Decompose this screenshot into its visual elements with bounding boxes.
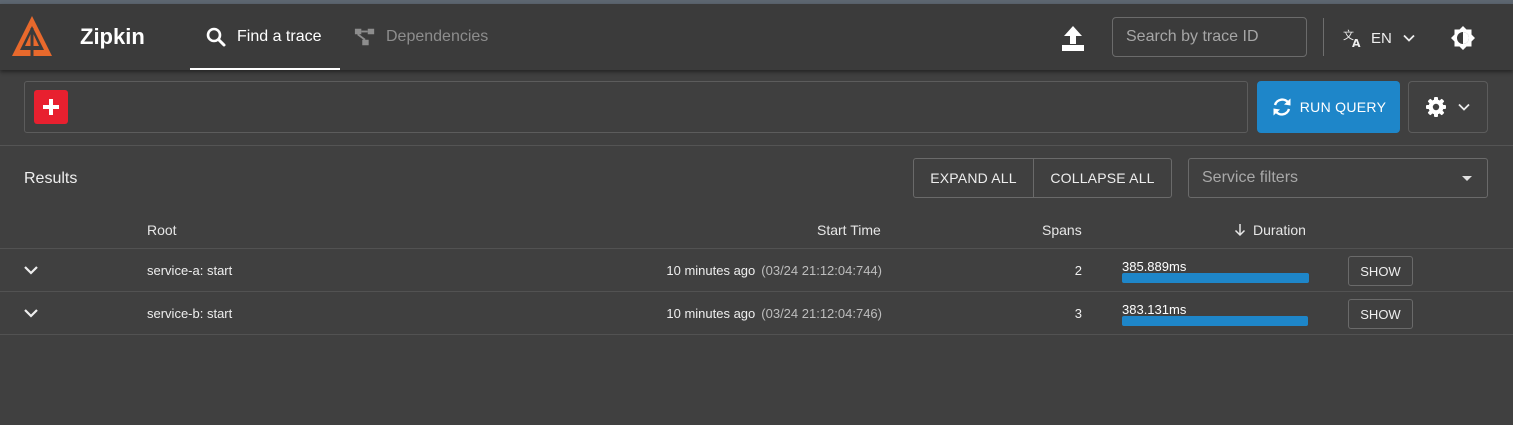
trace-row[interactable]: service-b: start 10 minutes ago (03/24 21… bbox=[0, 291, 1513, 335]
show-trace-button[interactable]: SHOW bbox=[1348, 256, 1413, 286]
service-filters-placeholder: Service filters bbox=[1202, 169, 1299, 186]
app-bar: Zipkin Find a trace Dependencies Search … bbox=[0, 4, 1513, 70]
trace-duration: 383.131ms bbox=[1122, 302, 1187, 317]
collapse-all-button[interactable]: COLLAPSE ALL bbox=[1034, 159, 1171, 197]
trace-start-time: 10 minutes ago (03/24 21:12:04:746) bbox=[666, 306, 882, 321]
brand-name: Zipkin bbox=[80, 24, 145, 49]
add-criteria-button[interactable] bbox=[34, 90, 68, 124]
results-heading: Results bbox=[24, 170, 78, 187]
duration-bar-fill bbox=[1122, 316, 1308, 326]
duration-bar bbox=[1122, 316, 1309, 326]
trace-root: service-a: start bbox=[147, 263, 233, 278]
svg-text:A: A bbox=[1352, 37, 1361, 48]
trace-start-relative: 10 minutes ago bbox=[666, 306, 756, 321]
query-bar[interactable] bbox=[24, 81, 1248, 133]
column-header-root[interactable]: Root bbox=[147, 222, 177, 238]
plus-icon bbox=[43, 99, 59, 115]
expand-collapse-group: EXPAND ALL COLLAPSE ALL bbox=[913, 158, 1172, 198]
zipkin-logo[interactable] bbox=[10, 14, 54, 60]
trace-duration: 385.889ms bbox=[1122, 259, 1187, 274]
expand-row-icon[interactable] bbox=[22, 263, 40, 277]
trace-root: service-b: start bbox=[147, 306, 233, 321]
tab-dependencies[interactable]: Dependencies bbox=[354, 4, 488, 70]
search-icon bbox=[205, 26, 227, 48]
active-tab-indicator bbox=[190, 68, 340, 70]
trace-span-count: 2 bbox=[1074, 263, 1082, 278]
expand-all-button[interactable]: EXPAND ALL bbox=[914, 159, 1034, 197]
column-header-spans[interactable]: Spans bbox=[1042, 222, 1082, 238]
duration-bar-fill bbox=[1122, 273, 1309, 283]
show-trace-button[interactable]: SHOW bbox=[1348, 299, 1413, 329]
column-header-start-time[interactable]: Start Time bbox=[817, 222, 881, 238]
tab-find-a-trace-label: Find a trace bbox=[237, 28, 322, 45]
service-filters-select[interactable]: Service filters bbox=[1188, 158, 1488, 198]
dropdown-caret-icon bbox=[1462, 176, 1472, 181]
language-selector[interactable]: 文 A EN bbox=[1343, 24, 1416, 52]
trace-start-relative: 10 minutes ago bbox=[666, 263, 756, 278]
trace-row[interactable]: service-a: start 10 minutes ago (03/24 21… bbox=[0, 248, 1513, 292]
trace-start-absolute: (03/24 21:12:04:746) bbox=[761, 306, 882, 321]
tab-find-a-trace[interactable]: Find a trace bbox=[190, 4, 340, 70]
column-header-duration-label: Duration bbox=[1253, 222, 1306, 238]
section-divider bbox=[0, 145, 1513, 146]
upload-icon[interactable] bbox=[1058, 24, 1088, 54]
dependencies-icon bbox=[354, 26, 376, 48]
run-query-button[interactable]: RUN QUERY bbox=[1257, 81, 1400, 133]
run-query-label: RUN QUERY bbox=[1299, 99, 1387, 115]
trace-start-time: 10 minutes ago (03/24 21:12:04:744) bbox=[666, 263, 882, 278]
language-label: EN bbox=[1371, 29, 1392, 47]
trace-span-count: 3 bbox=[1074, 306, 1082, 321]
chevron-down-icon bbox=[1458, 103, 1470, 111]
translate-icon: 文 A bbox=[1343, 28, 1361, 48]
tab-dependencies-label: Dependencies bbox=[386, 28, 489, 45]
sort-descending-icon bbox=[1234, 224, 1246, 237]
query-settings-button[interactable] bbox=[1408, 81, 1488, 133]
trace-id-search-input[interactable] bbox=[1112, 17, 1307, 57]
chevron-down-icon bbox=[1403, 34, 1415, 42]
gear-icon bbox=[1426, 97, 1446, 117]
header-divider bbox=[1323, 18, 1324, 56]
expand-row-icon[interactable] bbox=[22, 306, 40, 320]
column-header-duration[interactable]: Duration bbox=[1233, 222, 1306, 238]
theme-toggle-icon[interactable] bbox=[1450, 25, 1476, 51]
refresh-icon bbox=[1273, 98, 1291, 116]
trace-start-absolute: (03/24 21:12:04:744) bbox=[761, 263, 882, 278]
duration-bar bbox=[1122, 273, 1309, 283]
